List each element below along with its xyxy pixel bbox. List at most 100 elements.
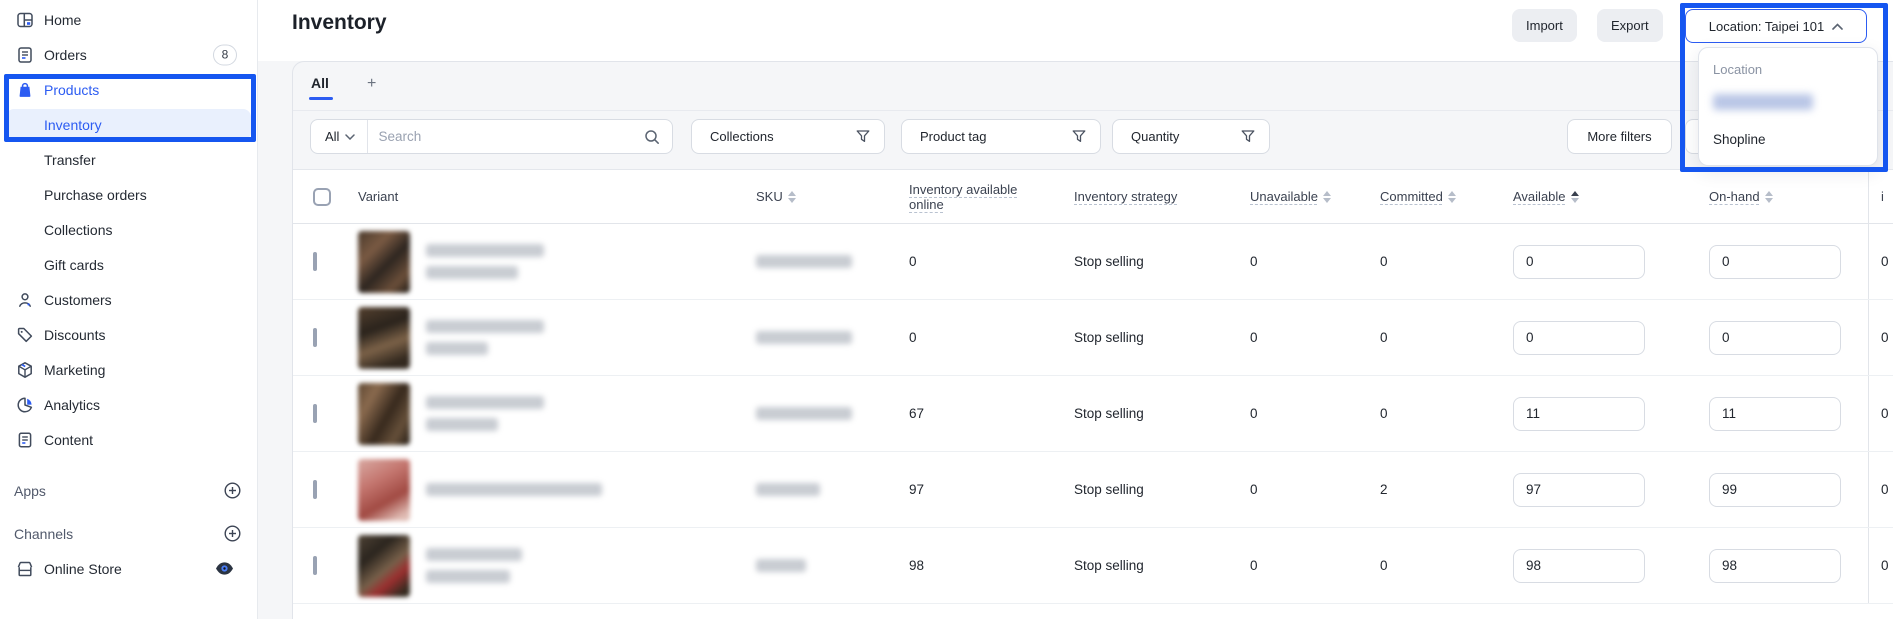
unavailable-value: 0 xyxy=(1250,330,1380,345)
more-filters-button[interactable]: More filters xyxy=(1567,119,1672,154)
sidebar-item-products[interactable]: Products xyxy=(0,72,257,107)
on-hand-input[interactable] xyxy=(1709,397,1841,431)
sidebar-section-channels[interactable]: Channels xyxy=(0,516,257,551)
sidebar-section-apps[interactable]: Apps xyxy=(0,473,257,508)
col-variant: Variant xyxy=(358,189,398,204)
col-unavailable[interactable]: Unavailable xyxy=(1250,189,1380,204)
committed-value: 0 xyxy=(1380,558,1513,573)
sidebar-item-transfer[interactable]: Transfer xyxy=(0,142,257,177)
sidebar-item-label: Discounts xyxy=(44,327,105,343)
sku-blurred xyxy=(756,331,852,344)
quantity-filter-label: Quantity xyxy=(1131,129,1179,144)
row-checkbox[interactable] xyxy=(313,328,317,347)
orders-icon xyxy=(16,46,34,64)
col-inventory-strategy: Inventory strategy xyxy=(1074,189,1177,204)
col-on-hand[interactable]: On-hand xyxy=(1709,189,1868,204)
sidebar-item-label: Online Store xyxy=(44,561,122,577)
available-online-value: 0 xyxy=(909,330,1074,345)
inventory-strategy-value: Stop selling xyxy=(1074,482,1250,497)
row-checkbox[interactable] xyxy=(313,252,317,271)
variant-name-blurred xyxy=(426,548,522,583)
on-hand-input[interactable] xyxy=(1709,321,1841,355)
location-selector-button[interactable]: Location: Taipei 101 xyxy=(1685,9,1867,43)
table-row[interactable]: 97 Stop selling 0 2 0 xyxy=(293,452,1893,528)
col-available[interactable]: Available xyxy=(1513,189,1709,204)
sidebar-item-home[interactable]: Home xyxy=(0,2,257,37)
sidebar-item-label: Content xyxy=(44,432,93,448)
quantity-filter[interactable]: Quantity xyxy=(1112,119,1270,154)
location-group-label: Location xyxy=(1713,62,1863,77)
online-store-visibility[interactable] xyxy=(208,558,241,579)
inventory-strategy-value: Stop selling xyxy=(1074,558,1250,573)
unavailable-value: 0 xyxy=(1250,482,1380,497)
available-input[interactable] xyxy=(1513,397,1645,431)
sort-icon-active xyxy=(1571,191,1579,203)
table-row[interactable]: 0 Stop selling 0 0 0 xyxy=(293,300,1893,376)
sidebar-item-label: Inventory xyxy=(44,117,102,133)
col-committed[interactable]: Committed xyxy=(1380,189,1513,204)
sort-icon xyxy=(788,191,796,203)
export-button[interactable]: Export xyxy=(1597,9,1663,42)
sidebar-item-orders[interactable]: Orders 8 xyxy=(0,37,257,72)
eye-icon xyxy=(215,562,234,576)
row-checkbox[interactable] xyxy=(313,556,317,575)
search-input[interactable] xyxy=(368,120,644,153)
inventory-strategy-value: Stop selling xyxy=(1074,254,1250,269)
search-scope-dropdown[interactable]: All xyxy=(311,120,368,153)
sku-blurred xyxy=(756,483,820,496)
sidebar-item-discounts[interactable]: Discounts xyxy=(0,317,257,352)
import-button[interactable]: Import xyxy=(1512,9,1577,42)
col-clipped: i xyxy=(1868,170,1893,223)
on-hand-input[interactable] xyxy=(1709,549,1841,583)
add-channel-icon[interactable] xyxy=(223,525,241,543)
chevron-down-icon xyxy=(345,134,355,140)
location-option-blurred[interactable] xyxy=(1713,94,1813,110)
table-row[interactable]: 67 Stop selling 0 0 0 xyxy=(293,376,1893,452)
on-hand-input[interactable] xyxy=(1709,473,1841,507)
available-input[interactable] xyxy=(1513,245,1645,279)
row-checkbox[interactable] xyxy=(313,480,317,499)
sidebar-item-online-store[interactable]: Online Store xyxy=(0,551,257,586)
sidebar-item-purchase-orders[interactable]: Purchase orders xyxy=(0,177,257,212)
sidebar-item-marketing[interactable]: Marketing xyxy=(0,352,257,387)
available-input[interactable] xyxy=(1513,473,1645,507)
inventory-card: All + All Collections xyxy=(292,61,1893,619)
available-input[interactable] xyxy=(1513,321,1645,355)
sidebar-item-collections[interactable]: Collections xyxy=(0,212,257,247)
sidebar-item-gift-cards[interactable]: Gift cards xyxy=(0,247,257,282)
add-tab-button[interactable]: + xyxy=(367,75,376,93)
location-option-shopline[interactable]: Shopline xyxy=(1713,132,1863,147)
more-filters-label: More filters xyxy=(1587,129,1651,144)
clipped-value: 0 xyxy=(1868,224,1893,299)
product-thumbnail-blurred xyxy=(358,383,410,445)
sku-blurred xyxy=(756,559,806,572)
sidebar-item-inventory[interactable]: Inventory xyxy=(0,107,257,142)
channels-section-label: Channels xyxy=(14,526,73,542)
collections-filter[interactable]: Collections xyxy=(691,119,885,154)
variant-name-blurred xyxy=(426,320,544,355)
table-row[interactable]: 0 Stop selling 0 0 0 xyxy=(293,224,1893,300)
sidebar-item-label: Gift cards xyxy=(44,257,104,273)
search-control: All xyxy=(310,119,673,154)
sidebar-item-customers[interactable]: Customers xyxy=(0,282,257,317)
tab-all[interactable]: All xyxy=(311,75,329,100)
sidebar-item-content[interactable]: Content xyxy=(0,422,257,457)
available-online-value: 98 xyxy=(909,558,1074,573)
table-row[interactable]: 98 Stop selling 0 0 0 xyxy=(293,528,1893,604)
funnel-icon xyxy=(856,130,870,143)
select-all-checkbox[interactable] xyxy=(313,188,331,206)
discount-tag-icon xyxy=(16,326,34,344)
committed-value: 0 xyxy=(1380,330,1513,345)
available-input[interactable] xyxy=(1513,549,1645,583)
row-checkbox[interactable] xyxy=(313,404,317,423)
sidebar-item-analytics[interactable]: Analytics xyxy=(0,387,257,422)
funnel-icon xyxy=(1072,130,1086,143)
add-app-icon[interactable] xyxy=(223,482,241,500)
committed-value: 2 xyxy=(1380,482,1513,497)
col-sku[interactable]: SKU xyxy=(756,189,909,204)
unavailable-value: 0 xyxy=(1250,406,1380,421)
on-hand-input[interactable] xyxy=(1709,245,1841,279)
inventory-table: Variant SKU Inventory available online I… xyxy=(293,169,1893,619)
product-tag-filter[interactable]: Product tag xyxy=(901,119,1101,154)
available-online-value: 0 xyxy=(909,254,1074,269)
